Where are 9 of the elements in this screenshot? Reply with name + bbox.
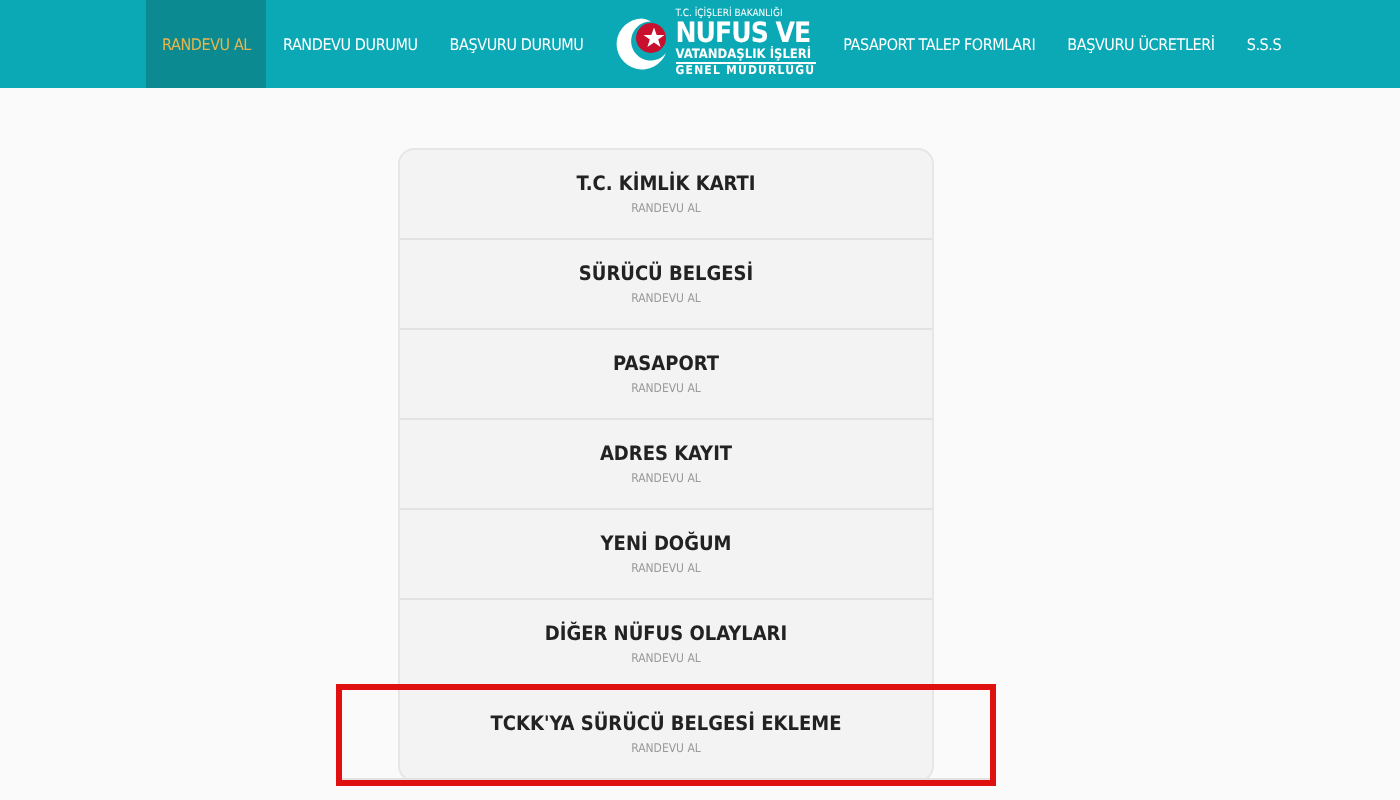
- logo-title: NUFUS VE: [675, 19, 813, 48]
- crescent-star-icon: [611, 14, 672, 74]
- service-title: YENİ DOĞUM: [600, 533, 732, 555]
- service-title: PASAPORT: [613, 353, 719, 375]
- service-title: ADRES KAYIT: [599, 443, 733, 465]
- service-title: T.C. KİMLİK KARTI: [576, 173, 756, 195]
- service-title: DİĞER NÜFUS OLAYLARI: [544, 623, 788, 645]
- service-title: TCKK'YA SÜRÜCÜ BELGESİ EKLEME: [490, 713, 842, 735]
- service-title: SÜRÜCÜ BELGESİ: [578, 263, 754, 285]
